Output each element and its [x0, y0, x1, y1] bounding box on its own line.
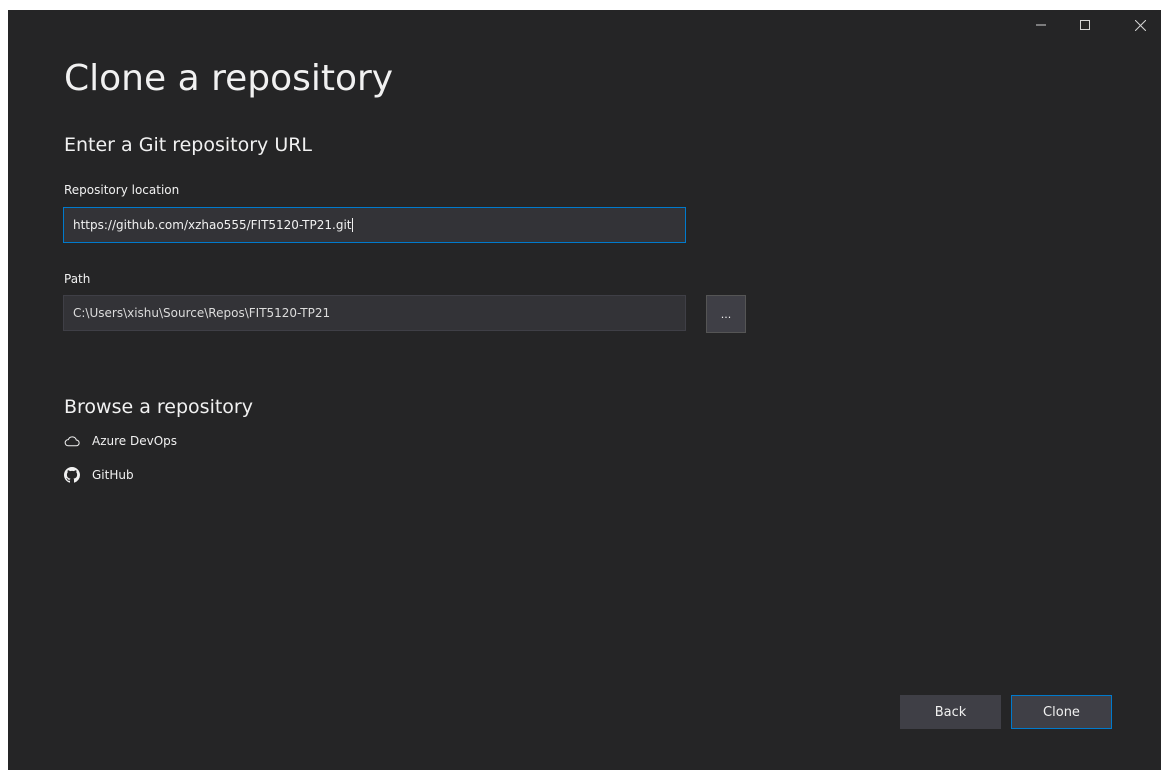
clone-section-heading: Enter a Git repository URL — [64, 134, 313, 156]
close-icon — [1134, 19, 1146, 31]
close-button[interactable] — [1118, 10, 1161, 40]
azure-devops-link[interactable]: Azure DevOps — [64, 431, 177, 451]
minimize-button[interactable] — [1019, 10, 1063, 40]
clone-repository-window: Clone a repository Enter a Git repositor… — [8, 10, 1161, 770]
repository-location-label: Repository location — [64, 183, 180, 197]
browse-path-button[interactable]: ... — [706, 295, 746, 333]
github-icon — [64, 467, 80, 483]
cloud-icon — [64, 433, 80, 449]
path-value: C:\Users\xishu\Source\Repos\FIT5120-TP21 — [73, 306, 331, 320]
text-caret — [352, 218, 354, 232]
minimize-icon — [1036, 24, 1046, 26]
github-link[interactable]: GitHub — [64, 465, 134, 485]
github-label: GitHub — [92, 468, 134, 482]
clone-button[interactable]: Clone — [1011, 695, 1112, 729]
maximize-icon — [1080, 20, 1090, 30]
back-button[interactable]: Back — [900, 695, 1001, 729]
maximize-button[interactable] — [1063, 10, 1107, 40]
azure-devops-label: Azure DevOps — [92, 434, 178, 448]
repository-location-value: https://github.com/xzhao555/FIT5120-TP21… — [73, 218, 352, 232]
path-label: Path — [64, 272, 91, 286]
browse-section-heading: Browse a repository — [64, 396, 253, 418]
page-title: Clone a repository — [64, 58, 394, 99]
repository-location-input[interactable]: https://github.com/xzhao555/FIT5120-TP21… — [63, 207, 686, 243]
path-input[interactable]: C:\Users\xishu\Source\Repos\FIT5120-TP21 — [63, 295, 686, 331]
